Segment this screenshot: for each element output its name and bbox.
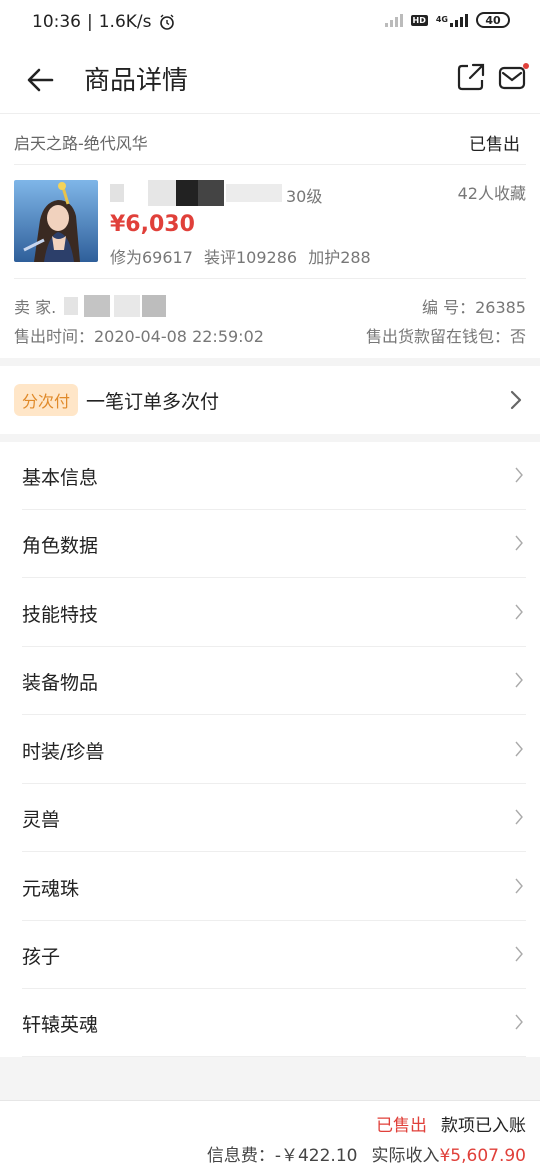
product-stats: 修为69617 装评109286 加护288 — [110, 244, 371, 268]
divider — [22, 1056, 526, 1057]
chevron-right-icon — [515, 672, 523, 688]
sold-status: 已售出 — [469, 135, 520, 155]
divider — [22, 851, 526, 852]
page-title: 商品详情 — [84, 66, 189, 96]
installment-tag: 分次付 — [14, 384, 78, 416]
footer-amount-row: 信息费：-￥422.10 实际收入¥5,607.90 — [207, 1141, 526, 1166]
character-avatar[interactable] — [14, 180, 98, 262]
menu-item-label: 轩辕英魂 — [22, 1014, 99, 1036]
share-icon[interactable] — [456, 62, 486, 92]
footer-bar: 已售出 款项已入账 信息费：-￥422.10 实际收入¥5,607.90 — [0, 1100, 540, 1170]
seller-label: 卖 家. — [14, 298, 57, 317]
footer-paid-status: 款项已入账 — [441, 1116, 526, 1136]
menu-item-label: 基本信息 — [22, 467, 99, 489]
menu-item-role-data[interactable]: 角色数据 — [0, 510, 540, 578]
divider — [14, 164, 526, 165]
info-fee: 信息费：-￥422.10 — [206, 1146, 358, 1166]
seller-row: 卖 家. — [14, 294, 167, 318]
chevron-right-icon — [515, 467, 523, 483]
hd-icon: HD — [410, 14, 428, 26]
blurred-seller — [84, 295, 111, 317]
blurred-seller — [142, 295, 167, 317]
serial-number: 编 号：26385 — [422, 298, 526, 317]
actual-income-label: 实际收入 — [371, 1146, 440, 1166]
stat-xiuwei: 修为69617 — [110, 248, 193, 267]
product-card: 启天之路-绝代风华 已售出 30级 42人收藏 ¥6,030 修为69617 装… — [0, 114, 540, 358]
chevron-right-icon — [515, 535, 523, 551]
blurred-name — [198, 180, 224, 206]
nav-bar: 商品详情 — [0, 46, 540, 114]
notification-dot — [523, 63, 529, 69]
chevron-right-icon — [515, 809, 523, 825]
alarm-icon — [159, 14, 174, 30]
menu-item-label: 角色数据 — [22, 535, 99, 557]
chevron-right-icon — [515, 604, 523, 620]
footer-sold-status: 已售出 — [376, 1116, 427, 1136]
menu-item-label: 技能特技 — [22, 604, 99, 626]
status-time: 10:36 — [32, 12, 81, 32]
product-name: 30级 — [110, 180, 340, 206]
installment-row[interactable]: 分次付 一笔订单多次付 — [0, 366, 540, 434]
status-separator: | — [87, 12, 93, 32]
blurred-seller — [64, 297, 79, 315]
blurred-seller — [114, 295, 141, 317]
menu-item-fashion-beasts[interactable]: 时装/珍兽 — [0, 716, 540, 784]
chevron-right-icon — [510, 390, 522, 410]
menu-item-xuanyuan-soul[interactable]: 轩辕英魂 — [0, 989, 540, 1057]
blurred-name — [110, 184, 124, 202]
menu-item-label: 灵兽 — [22, 809, 61, 831]
battery-icon: 40 — [476, 12, 510, 28]
blurred-name — [148, 180, 176, 206]
menu-item-children[interactable]: 孩子 — [0, 921, 540, 989]
game-server: 启天之路-绝代风华 — [14, 134, 148, 153]
stat-zhuangping: 装评109286 — [204, 248, 298, 267]
menu-item-label: 元魂珠 — [22, 878, 80, 900]
back-arrow-icon[interactable] — [24, 62, 60, 98]
divider — [22, 714, 526, 715]
footer-status-row: 已售出 款项已入账 — [376, 1111, 526, 1136]
menu-item-soul-bead[interactable]: 元魂珠 — [0, 853, 540, 921]
divider — [14, 278, 526, 279]
blurred-name — [226, 184, 282, 202]
chevron-right-icon — [515, 946, 523, 962]
status-bar: 10:36 | 1.6K/s HD 4G 40 — [0, 0, 540, 46]
actual-income-value: ¥5,607.90 — [439, 1146, 526, 1166]
menu-item-label: 时装/珍兽 — [22, 741, 105, 763]
installment-text: 一笔订单多次付 — [86, 391, 220, 413]
wallet-setting: 售出货款留在钱包：否 — [365, 327, 526, 346]
level-suffix: 30级 — [286, 187, 323, 206]
menu-item-basic-info[interactable]: 基本信息 — [0, 442, 540, 510]
status-left: 10:36 | 1.6K/s — [32, 12, 176, 32]
signal-weak-icon — [384, 13, 403, 27]
chevron-right-icon — [515, 878, 523, 894]
actual-income: 实际收入¥5,607.90 — [371, 1141, 526, 1166]
status-right: HD 4G 40 — [384, 12, 510, 28]
menu-item-equipment[interactable]: 装备物品 — [0, 647, 540, 715]
menu-item-label: 孩子 — [22, 946, 61, 968]
detail-menu: 基本信息 角色数据 技能特技 装备物品 时装/珍兽 灵兽 元魂珠 孩子 轩辕英魂 — [0, 442, 540, 1057]
menu-item-skills[interactable]: 技能特技 — [0, 579, 540, 647]
menu-item-spirit-beast[interactable]: 灵兽 — [0, 784, 540, 852]
menu-item-label: 装备物品 — [22, 672, 99, 694]
sold-time: 售出时间：2020-04-08 22:59:02 — [14, 327, 264, 346]
product-price: ¥6,030 — [110, 212, 195, 237]
divider — [22, 577, 526, 578]
favorites-count: 42人收藏 — [457, 184, 526, 203]
mail-icon[interactable] — [498, 62, 530, 92]
stat-jiahu: 加护288 — [308, 248, 371, 267]
blurred-name — [176, 180, 198, 206]
status-network-speed: 1.6K/s — [98, 12, 152, 32]
signal-strong-icon — [450, 13, 468, 27]
chevron-right-icon — [515, 741, 523, 757]
net-gen-label: 4G — [435, 15, 448, 24]
chevron-right-icon — [515, 1014, 523, 1030]
